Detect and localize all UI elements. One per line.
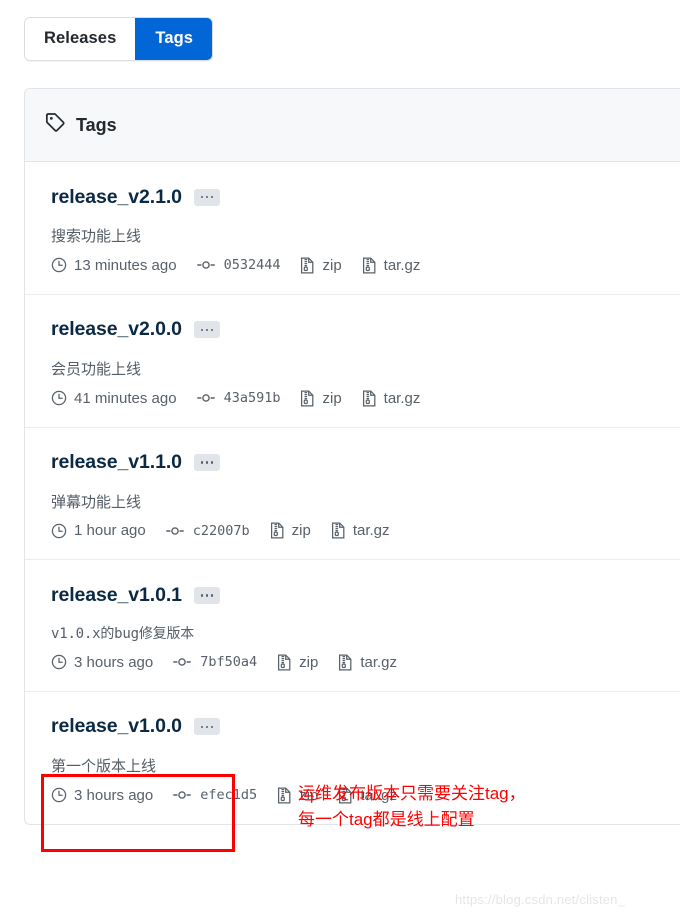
tag-title-line: release_v1.1.0 xyxy=(51,450,680,476)
tag-more-options-button[interactable] xyxy=(193,188,220,206)
tab-tags[interactable]: Tags xyxy=(135,17,213,60)
tag-icon xyxy=(45,112,66,138)
tag-name-link[interactable]: release_v2.0.0 xyxy=(51,318,182,341)
clock-icon xyxy=(51,257,67,273)
tag-description: 会员功能上线 xyxy=(51,360,142,378)
tag-description: 弹幕功能上线 xyxy=(51,493,142,511)
clock-icon xyxy=(51,523,67,539)
commit-icon xyxy=(173,654,192,670)
tag-more-options-button[interactable] xyxy=(193,586,220,604)
commit-icon xyxy=(196,257,215,273)
clock-icon xyxy=(51,787,67,803)
tag-commit[interactable]: 43a591b xyxy=(196,390,281,406)
clock-icon xyxy=(51,390,67,406)
tag-zip-label: zip xyxy=(322,389,342,407)
tag-commit-sha: c22007b xyxy=(192,522,250,539)
tag-more-options-button[interactable] xyxy=(193,718,220,736)
tag-name-link[interactable]: release_v1.0.0 xyxy=(51,715,182,738)
tag-zip-download[interactable]: zip xyxy=(270,522,311,539)
tag-targz-download[interactable]: tar.gz xyxy=(331,522,390,539)
tag-meta: 1 hour ago c22007b zip tar.gz xyxy=(51,522,680,539)
tag-timestamp: 1 hour ago xyxy=(51,522,146,539)
tag-zip-label: zip xyxy=(291,522,311,540)
table-row: release_v1.0.1 v1.0.x的bug修复版本 3 hours ag… xyxy=(25,560,680,692)
tag-title-line: release_v1.0.1 xyxy=(51,582,680,608)
tag-targz-download[interactable]: tar.gz xyxy=(338,654,397,671)
tag-commit[interactable]: c22007b xyxy=(165,522,250,539)
tag-name-link[interactable]: release_v1.0.1 xyxy=(51,584,182,607)
tag-targz-label: tar.gz xyxy=(360,653,398,671)
commit-icon xyxy=(165,523,184,539)
table-row: release_v2.0.0 会员功能上线 41 minutes ago 43a… xyxy=(25,295,680,428)
tag-meta: 3 hours ago 7bf50a4 zip tar.gz xyxy=(51,654,680,671)
tag-time-text: 1 hour ago xyxy=(74,522,146,540)
file-zip-icon xyxy=(300,257,315,274)
file-zip-icon xyxy=(331,522,346,539)
tag-title-line: release_v1.0.0 xyxy=(51,714,680,740)
tag-targz-label: tar.gz xyxy=(352,522,390,540)
tag-timestamp: 41 minutes ago xyxy=(51,390,177,407)
tab-releases[interactable]: Releases xyxy=(25,18,136,60)
tag-description: v1.0.x的bug修复版本 xyxy=(51,626,195,643)
tag-zip-download[interactable]: zip xyxy=(277,654,318,671)
tag-commit[interactable]: 0532444 xyxy=(196,257,281,274)
tag-commit-sha: 7bf50a4 xyxy=(200,654,258,671)
tag-commit-sha: efec1d5 xyxy=(200,787,258,803)
releases-tags-toggle: Releases Tags xyxy=(24,17,214,61)
tag-zip-download[interactable]: zip xyxy=(300,389,342,407)
tag-title-line: release_v2.1.0 xyxy=(51,184,680,210)
tag-zip-download[interactable]: zip xyxy=(300,256,342,274)
file-zip-icon xyxy=(300,389,315,407)
tag-time-text: 3 hours ago xyxy=(74,786,154,804)
tag-time-text: 13 minutes ago xyxy=(74,256,177,274)
tag-targz-download[interactable]: tar.gz xyxy=(362,256,421,274)
tag-commit[interactable]: 7bf50a4 xyxy=(173,654,257,670)
tag-timestamp: 3 hours ago xyxy=(51,654,153,671)
tag-name-link[interactable]: release_v1.1.0 xyxy=(51,451,182,474)
tag-targz-label: tar.gz xyxy=(383,256,421,274)
tag-timestamp: 13 minutes ago xyxy=(51,257,177,274)
tags-card-title: Tags xyxy=(76,114,117,135)
tag-time-text: 3 hours ago xyxy=(74,653,154,671)
tag-title-line: release_v2.0.0 xyxy=(51,317,680,343)
file-zip-icon xyxy=(270,522,285,539)
tag-description: 第一个版本上线 xyxy=(51,757,157,775)
tags-card: Tags release_v2.1.0 搜索功能上线 13 minutes ag… xyxy=(24,88,680,825)
tag-commit-sha: 43a591b xyxy=(223,390,281,406)
tag-meta: 41 minutes ago 43a591b zip tar.gz xyxy=(51,390,680,407)
clock-icon xyxy=(51,654,67,670)
tag-description: 搜索功能上线 xyxy=(51,228,142,245)
tag-targz-download[interactable]: tar.gz xyxy=(362,389,421,407)
watermark: https://blog.csdn.net/clisten_ xyxy=(455,892,626,907)
tag-zip-label: zip xyxy=(299,653,319,671)
file-zip-icon xyxy=(277,786,292,804)
tag-commit-sha: 0532444 xyxy=(223,257,281,274)
tag-more-options-button[interactable] xyxy=(193,321,220,339)
tags-card-header: Tags xyxy=(25,89,680,162)
tag-timestamp: 3 hours ago xyxy=(51,787,153,804)
table-row: release_v1.1.0 弹幕功能上线 1 hour ago c22007b xyxy=(25,428,680,561)
tag-time-text: 41 minutes ago xyxy=(74,389,177,407)
tag-targz-label: tar.gz xyxy=(383,389,421,407)
tag-commit[interactable]: efec1d5 xyxy=(173,787,257,803)
commit-icon xyxy=(173,787,192,803)
table-row: release_v2.1.0 搜索功能上线 13 minutes ago 053… xyxy=(25,162,680,295)
commit-icon xyxy=(196,390,215,406)
annotation-note-text: 运维发布版本只需要关注tag， 每一个tag都是线上配置 xyxy=(298,784,526,829)
tag-zip-label: zip xyxy=(322,256,342,274)
file-zip-icon xyxy=(338,654,353,671)
file-zip-icon xyxy=(362,257,377,274)
file-zip-icon xyxy=(362,389,377,407)
tag-name-link[interactable]: release_v2.1.0 xyxy=(51,186,182,209)
file-zip-icon xyxy=(277,654,292,671)
tag-meta: 13 minutes ago 0532444 zip tar.gz xyxy=(51,257,680,274)
tag-more-options-button[interactable] xyxy=(193,454,220,471)
